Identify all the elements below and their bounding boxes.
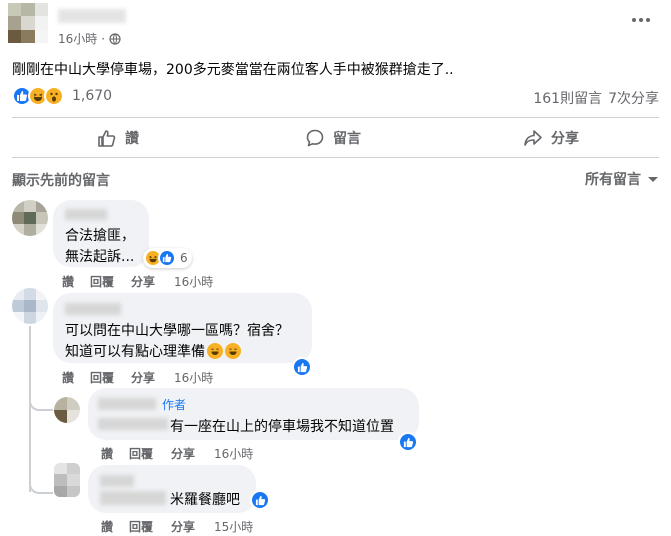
wow-reaction-icon	[44, 86, 64, 106]
reply-connector	[29, 385, 53, 411]
reply-bubble[interactable]: 作者 有一座在山上的停車場我不知道位置	[88, 388, 419, 440]
comment-author-name[interactable]	[65, 303, 121, 315]
comment-bubble[interactable]: 合法搶匪， 無法起訴...	[53, 200, 149, 267]
reply-author-name[interactable]	[100, 475, 134, 487]
comment-text-line2-row: 知道可以有點心理準備	[65, 341, 241, 361]
comment-avatar[interactable]	[12, 288, 48, 324]
reply-like-action[interactable]: 讚	[101, 518, 113, 535]
comment-text-line2: 知道可以有點心理準備	[65, 344, 205, 360]
show-previous-comments[interactable]: 顯示先前的留言	[12, 170, 110, 190]
like-reaction-icon[interactable]	[292, 357, 312, 377]
comment-time[interactable]: 16小時	[174, 273, 213, 290]
comment-button[interactable]: 留言	[305, 128, 361, 148]
comment-like-action[interactable]: 讚	[62, 273, 74, 290]
comment-like-action[interactable]: 讚	[62, 369, 74, 386]
grinning-emoji-icon	[225, 343, 241, 359]
reply-share-action[interactable]: 分享	[171, 445, 195, 462]
reply-text: 米羅餐廳吧	[170, 492, 240, 508]
comment-reply-action[interactable]: 回覆	[90, 369, 114, 386]
engagement-stats: 161則留言 7次分享	[533, 88, 659, 108]
divider-top	[12, 117, 659, 118]
comment-time[interactable]: 16小時	[174, 369, 213, 386]
globe-icon	[109, 32, 121, 45]
comment-text-line2: 無法起訴...	[65, 249, 135, 265]
share-button-label: 分享	[551, 131, 579, 147]
comment-text-line1: 合法搶匪，	[65, 228, 135, 244]
post-timestamp-row[interactable]: 16小時 ·	[58, 30, 121, 47]
divider-bottom	[12, 157, 659, 158]
post-timestamp[interactable]: 16小時	[58, 30, 97, 47]
comment-reaction-count: 6	[180, 251, 188, 265]
comment-reactions[interactable]: 6	[143, 248, 192, 268]
reply-avatar[interactable]	[54, 397, 80, 423]
comment-filter-dropdown[interactable]: 所有留言	[585, 169, 659, 189]
reply-text: 有一座在山上的停車場我不知道位置	[170, 419, 394, 435]
comment-bubble[interactable]: 可以問在中山大學哪一區嗎？宿舍？ 知道可以有點心理準備	[53, 293, 312, 363]
reaction-count[interactable]: 1,670	[72, 88, 112, 104]
comment-count[interactable]: 161則留言	[533, 88, 602, 108]
reply-mention[interactable]	[98, 418, 168, 430]
like-button[interactable]: 讚	[97, 128, 139, 148]
reply-avatar[interactable]	[54, 463, 80, 497]
share-arrow-icon	[524, 130, 542, 146]
comment-bubble-icon	[306, 129, 324, 147]
like-button-label: 讚	[125, 131, 139, 147]
reply-like-action[interactable]: 讚	[101, 445, 113, 462]
separator-dot: ·	[101, 31, 106, 46]
like-reaction-icon[interactable]	[250, 490, 270, 510]
caret-down-icon	[648, 177, 658, 182]
post-more-options-icon[interactable]	[632, 18, 650, 22]
reply-mention[interactable]	[100, 491, 166, 505]
comment-avatar[interactable]	[12, 200, 48, 236]
post-text: 剛剛在中山大學停車場，200多元麥當當在兩位客人手中被猴群搶走了..	[12, 62, 454, 78]
reply-bubble[interactable]: 米羅餐廳吧	[88, 465, 256, 513]
reply-reply-action[interactable]: 回覆	[129, 518, 153, 535]
reply-time[interactable]: 15小時	[214, 518, 253, 535]
reply-author-name[interactable]	[98, 398, 156, 410]
thumbs-up-icon	[98, 130, 116, 147]
comment-filter-label: 所有留言	[585, 172, 641, 188]
comment-author-name[interactable]	[65, 209, 107, 220]
share-button[interactable]: 分享	[523, 128, 579, 148]
reply-time[interactable]: 16小時	[214, 445, 253, 462]
comment-reply-action[interactable]: 回覆	[90, 273, 114, 290]
share-count[interactable]: 7次分享	[608, 88, 659, 108]
comment-button-label: 留言	[333, 131, 361, 147]
like-reaction-icon	[158, 249, 176, 267]
post-avatar[interactable]	[8, 3, 48, 43]
like-reaction-icon[interactable]	[398, 432, 418, 452]
comment-share-action[interactable]: 分享	[131, 369, 155, 386]
post-author-name[interactable]	[58, 9, 126, 23]
reaction-summary[interactable]: 1,670	[12, 86, 112, 106]
comment-share-action[interactable]: 分享	[131, 273, 155, 290]
reply-connector	[29, 470, 53, 494]
reply-share-action[interactable]: 分享	[171, 518, 195, 535]
grinning-emoji-icon	[207, 343, 223, 359]
reply-reply-action[interactable]: 回覆	[129, 445, 153, 462]
author-badge: 作者	[162, 398, 187, 412]
thread-line	[29, 326, 31, 492]
comment-text-line1: 可以問在中山大學哪一區嗎？宿舍？	[65, 323, 289, 339]
